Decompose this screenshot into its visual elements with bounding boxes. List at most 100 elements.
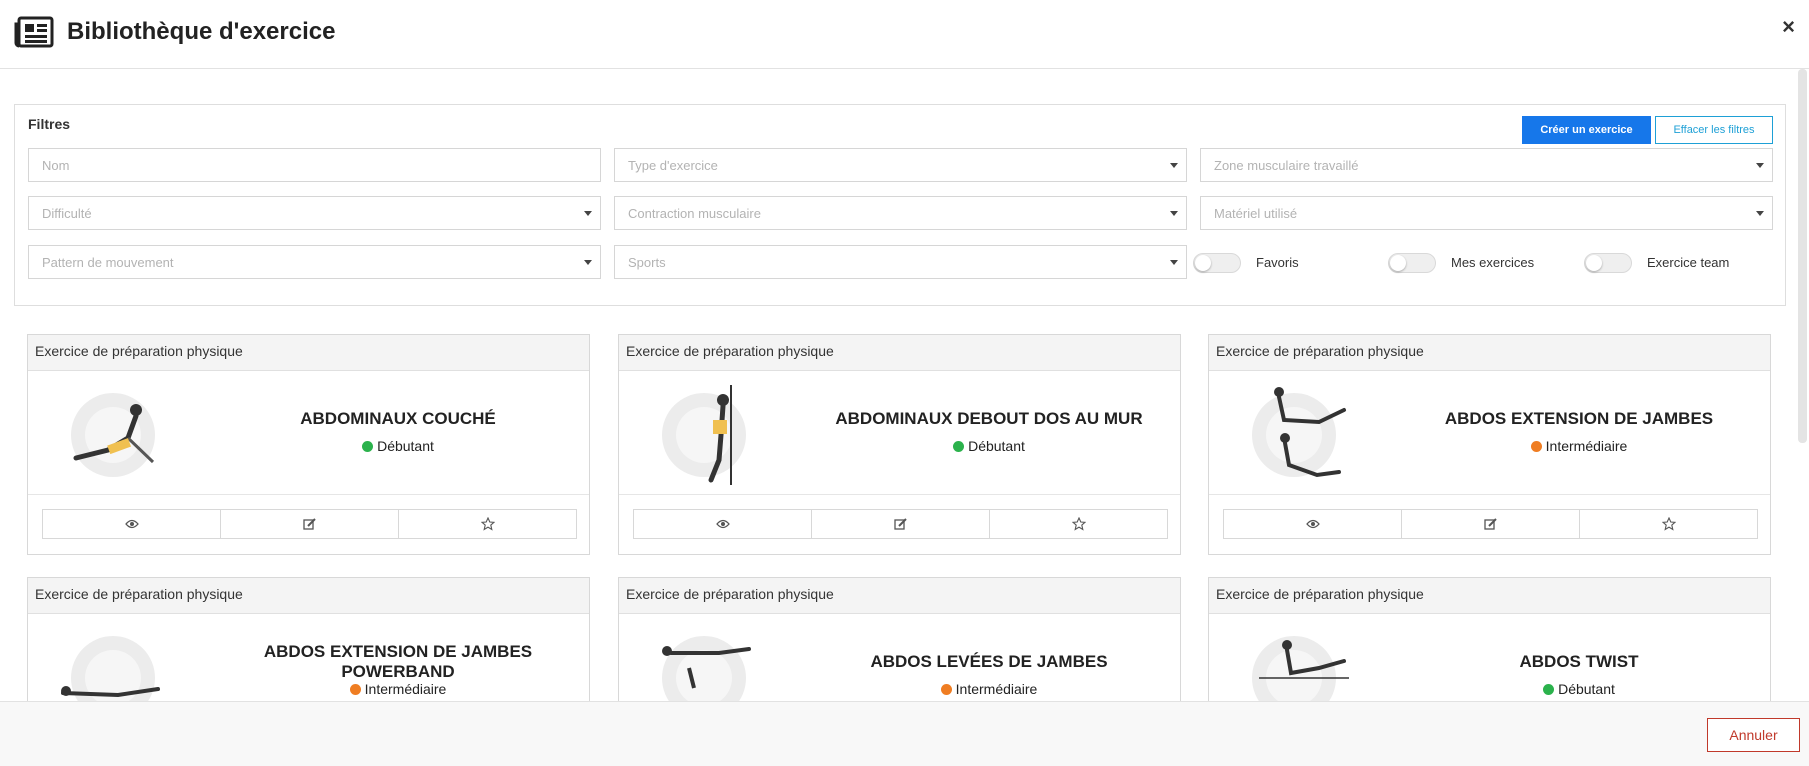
exercise-library-content[interactable]: Filtres Créer un exercice Effacer les fi… <box>0 69 1809 701</box>
movement-pattern-select[interactable]: Pattern de mouvement <box>28 245 601 279</box>
exercise-card: Exercice de préparation physique ABDOS T… <box>1208 577 1771 701</box>
toggle-knob <box>1195 255 1211 271</box>
exercise-illustration <box>662 385 746 485</box>
exercise-illustration <box>1252 636 1349 701</box>
caret-down-icon <box>1170 260 1178 265</box>
exercise-card: Exercice de préparation physique ABDOS E… <box>1208 334 1771 555</box>
muscle-zone-placeholder: Zone musculaire travaillé <box>1214 158 1359 173</box>
edit-icon <box>1483 518 1497 530</box>
edit-icon <box>893 518 907 530</box>
exercise-card: Exercice de préparation physique ABDOS L… <box>618 577 1181 701</box>
view-button[interactable] <box>633 509 812 539</box>
eye-icon <box>715 519 730 529</box>
exercise-type-placeholder: Type d'exercice <box>628 158 718 173</box>
sports-select[interactable]: Sports <box>614 245 1187 279</box>
page-title: Bibliothèque d'exercice <box>67 18 336 45</box>
my-exercises-toggle[interactable] <box>1388 253 1436 273</box>
name-input[interactable]: Nom <box>28 148 601 182</box>
exercise-name: ABDOS EXTENSION DE JAMBES POWERBAND <box>263 642 533 681</box>
muscle-contraction-placeholder: Contraction musculaire <box>628 206 761 221</box>
caret-down-icon <box>584 211 592 216</box>
view-button[interactable] <box>42 509 221 539</box>
level-label: Débutant <box>1558 681 1615 697</box>
exercise-name: ABDOS LEVÉES DE JAMBES <box>870 652 1108 671</box>
level-label: Intermédiaire <box>364 681 447 697</box>
caret-down-icon <box>1756 163 1764 168</box>
level-label: Intermédiaire <box>1545 438 1628 454</box>
favorite-button[interactable] <box>1579 509 1758 539</box>
view-button[interactable] <box>1223 509 1402 539</box>
sports-placeholder: Sports <box>628 255 666 270</box>
level-label: Débutant <box>377 438 434 454</box>
favorite-button[interactable] <box>398 509 577 539</box>
card-actions <box>633 509 1168 539</box>
card-divider <box>28 494 589 495</box>
muscle-zone-select[interactable]: Zone musculaire travaillé <box>1200 148 1773 182</box>
equipment-placeholder: Matériel utilisé <box>1214 206 1298 221</box>
muscle-contraction-select[interactable]: Contraction musculaire <box>614 196 1187 230</box>
edit-icon <box>302 518 316 530</box>
modal-header: Bibliothèque d'exercice × <box>0 0 1809 69</box>
exercise-card: Exercice de préparation physique ABDOMIN… <box>27 334 590 555</box>
level-label: Débutant <box>968 438 1025 454</box>
card-category: Exercice de préparation physique <box>619 578 1180 614</box>
difficulty-level: Intermédiaire <box>228 681 568 697</box>
level-label: Intermédiaire <box>955 681 1038 697</box>
equipment-select[interactable]: Matériel utilisé <box>1200 196 1773 230</box>
newspaper-icon <box>14 16 54 48</box>
my-exercises-label: Mes exercices <box>1451 255 1535 270</box>
create-exercise-button[interactable]: Créer un exercice <box>1522 116 1651 144</box>
exercise-name: ABDOMINAUX COUCHÉ <box>300 409 496 428</box>
difficulty-select[interactable]: Difficulté <box>28 196 601 230</box>
edit-button[interactable] <box>1401 509 1580 539</box>
exercise-name: ABDOMINAUX DEBOUT DOS AU MUR <box>835 409 1143 428</box>
team-exercise-label: Exercice team <box>1647 255 1730 270</box>
modal-footer: Annuler <box>0 701 1809 766</box>
level-dot <box>1543 684 1555 695</box>
caret-down-icon <box>1170 211 1178 216</box>
eye-icon <box>1305 519 1320 529</box>
favorite-button[interactable] <box>989 509 1168 539</box>
difficulty-level: Débutant <box>819 438 1159 454</box>
card-category: Exercice de préparation physique <box>1209 335 1770 371</box>
exercise-card: Exercice de préparation physique ABDOS E… <box>27 577 590 701</box>
movement-pattern-placeholder: Pattern de mouvement <box>42 255 174 270</box>
caret-down-icon <box>1170 163 1178 168</box>
difficulty-placeholder: Difficulté <box>42 206 92 221</box>
difficulty-level: Intermédiaire <box>819 681 1159 697</box>
scrollbar-thumb[interactable] <box>1798 69 1807 443</box>
star-icon <box>1661 517 1676 531</box>
card-actions <box>1223 509 1758 539</box>
card-category: Exercice de préparation physique <box>28 335 589 371</box>
edit-button[interactable] <box>220 509 399 539</box>
exercise-illustration <box>1252 387 1346 478</box>
eye-icon <box>124 519 139 529</box>
filters-panel: Filtres Créer un exercice Effacer les fi… <box>14 104 1786 306</box>
difficulty-level: Intermédiaire <box>1409 438 1749 454</box>
exercise-name: ABDOS EXTENSION DE JAMBES <box>1444 409 1714 428</box>
star-icon <box>1071 517 1086 531</box>
clear-filters-button[interactable]: Effacer les filtres <box>1655 116 1773 144</box>
team-exercise-toggle[interactable] <box>1584 253 1632 273</box>
caret-down-icon <box>584 260 592 265</box>
card-category: Exercice de préparation physique <box>1209 578 1770 614</box>
name-placeholder: Nom <box>42 158 70 173</box>
close-icon[interactable]: × <box>1782 14 1795 40</box>
level-dot <box>362 441 374 452</box>
cancel-button[interactable]: Annuler <box>1707 718 1800 752</box>
exercise-type-select[interactable]: Type d'exercice <box>614 148 1187 182</box>
star-icon <box>480 517 495 531</box>
edit-button[interactable] <box>811 509 990 539</box>
favorites-toggle[interactable] <box>1193 253 1241 273</box>
exercise-illustration <box>662 636 751 701</box>
exercise-illustration <box>71 393 155 477</box>
toggle-knob <box>1586 255 1602 271</box>
card-actions <box>42 509 577 539</box>
card-divider <box>619 494 1180 495</box>
card-category: Exercice de préparation physique <box>28 578 589 614</box>
favorites-label: Favoris <box>1256 255 1299 270</box>
filters-title: Filtres <box>28 116 71 132</box>
difficulty-level: Débutant <box>228 438 568 454</box>
exercise-card: Exercice de préparation physique ABDOMIN… <box>618 334 1181 555</box>
caret-down-icon <box>1756 211 1764 216</box>
